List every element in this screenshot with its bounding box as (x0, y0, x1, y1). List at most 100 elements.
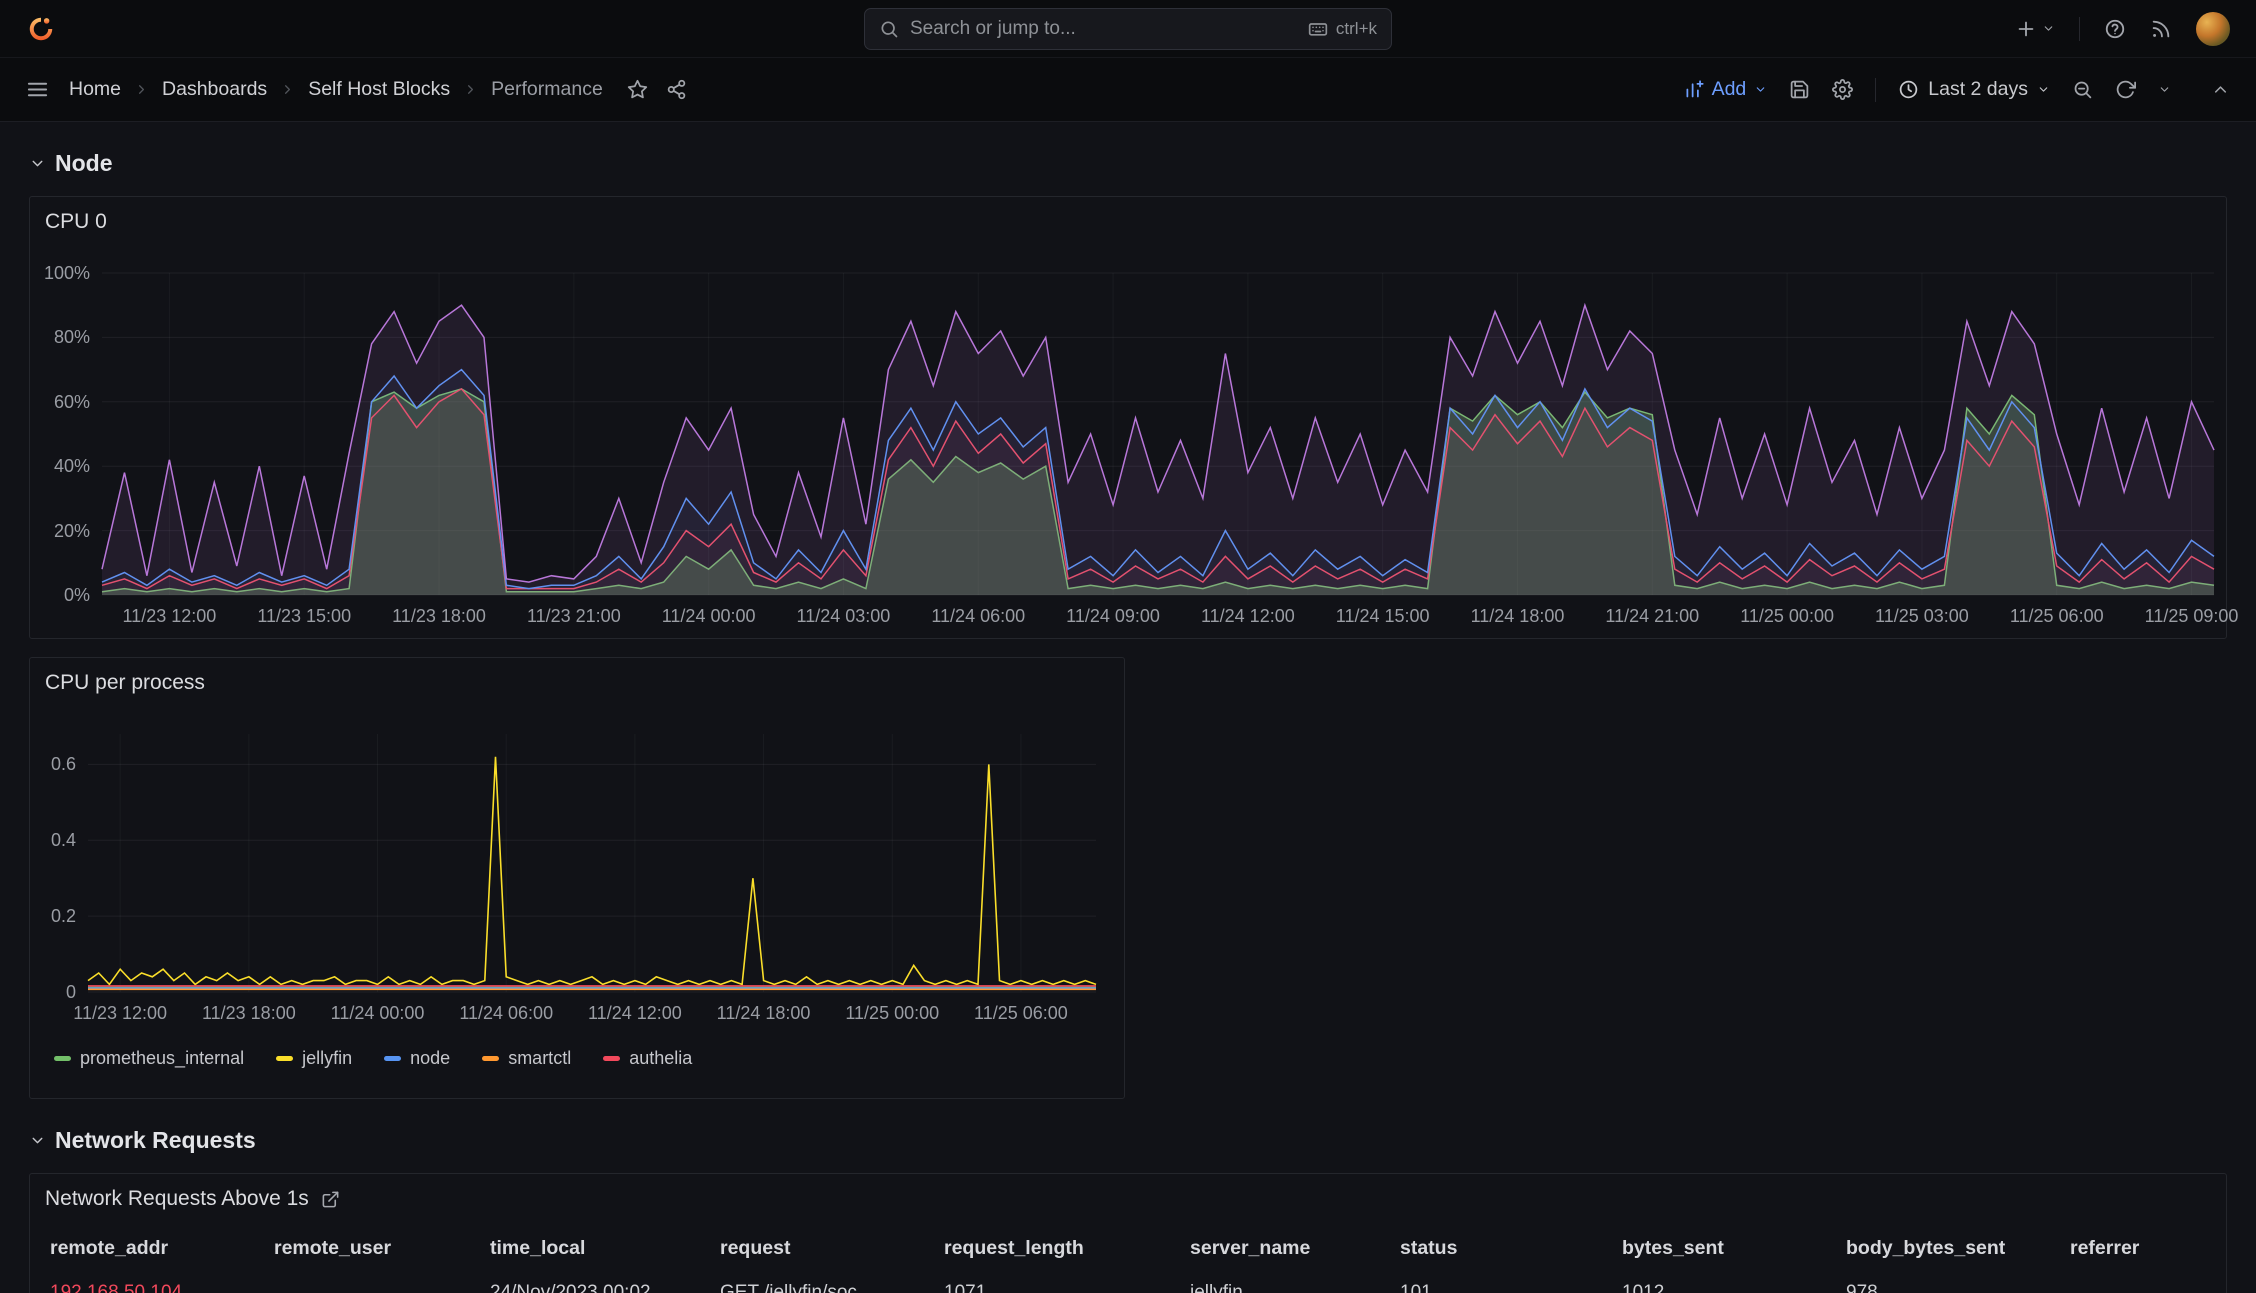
network-requests-table: remote_addr remote_user time_local request r… (30, 1224, 2226, 1293)
x-axis-tick: 11/24 18:00 (1470, 606, 1565, 626)
external-link-icon[interactable] (321, 1190, 340, 1209)
column-header-request_length[interactable]: request_length (944, 1237, 1190, 1260)
x-axis-tick: 11/25 00:00 (1740, 606, 1834, 626)
x-axis-tick: 11/24 06:00 (931, 606, 1026, 626)
column-header-time_local[interactable]: time_local (490, 1237, 720, 1260)
column-header-request[interactable]: request (720, 1237, 944, 1260)
save-icon (1791, 80, 1809, 99)
breadcrumb-dashboards[interactable]: Dashboards (162, 78, 267, 101)
legend-item-prometheus_internal[interactable]: prometheus_internal (54, 1048, 244, 1069)
dashboard-body: Node CPU 0 0% 20% 40% 60% 80% 100% 11/23 12:00… (0, 122, 2256, 1293)
panel-cpu-per-process: CPU per process 0 0.2 0.4 0.6 11/23 12:00 11/… (29, 657, 1125, 1099)
save-dashboard-button[interactable] (1789, 79, 1810, 100)
column-header-server_name[interactable]: server_name (1190, 1237, 1400, 1260)
x-axis-tick: 11/24 00:00 (330, 1003, 425, 1023)
legend-label: jellyfin (302, 1048, 353, 1068)
breadcrumb-separator-icon (134, 82, 149, 97)
dashboard-toolbar: Home Dashboards Self Host Blocks Perform… (0, 58, 2256, 122)
x-axis-tick: 11/24 09:00 (1066, 606, 1160, 626)
shortcut-label: ctrl+k (1335, 18, 1377, 38)
toolbar-divider (1875, 77, 1877, 102)
collapse-controls-button[interactable] (2211, 80, 2230, 99)
grafana-logo[interactable] (26, 14, 56, 44)
legend-item-smartctl[interactable]: smartctl (482, 1048, 571, 1069)
refresh-interval-dropdown[interactable] (2158, 83, 2171, 96)
favorite-button[interactable] (627, 79, 648, 100)
column-header-status[interactable]: status (1400, 1237, 1622, 1260)
y-axis-tick: 0% (63, 585, 90, 605)
x-axis-tick: 11/24 06:00 (459, 1003, 554, 1023)
cpu-per-process-plot[interactable] (87, 734, 1097, 993)
chevron-up-icon (2214, 86, 2227, 93)
breadcrumb-folder[interactable]: Self Host Blocks (308, 78, 450, 101)
chevron-down-icon (29, 1132, 46, 1149)
breadcrumb-home[interactable]: Home (69, 78, 121, 101)
row-node-label: Node (55, 149, 113, 176)
chevron-down-icon (29, 155, 46, 172)
x-axis-tick: 11/24 12:00 (1200, 606, 1295, 626)
add-panel-label: Add (1711, 78, 1747, 100)
search-shortcut: ctrl+k (1308, 19, 1377, 39)
row-node[interactable]: Node (29, 146, 2227, 180)
x-axis-tick: 11/23 12:00 (122, 606, 217, 626)
news-button[interactable] (2150, 18, 2172, 40)
cpu0-chart[interactable]: 0% 20% 40% 60% 80% 100% 11/23 12:00 11/23 15:00… (30, 197, 2238, 638)
x-axis-tick: 11/25 06:00 (2009, 606, 2104, 626)
table-cell: 101 (1400, 1282, 1432, 1293)
y-axis-tick: 60% (53, 391, 90, 412)
panel-network-header[interactable]: Network Requests Above 1s (30, 1174, 2226, 1224)
y-axis-tick: 0.2 (50, 906, 76, 927)
time-range-picker[interactable]: Last 2 days (1898, 78, 2050, 101)
zoom-out-time-button[interactable] (2072, 79, 2093, 100)
legend-label: authelia (629, 1048, 693, 1068)
gear-icon (1832, 79, 1854, 100)
global-search[interactable]: ctrl+k (864, 7, 1392, 50)
column-header-referrer[interactable]: referrer (2070, 1237, 2206, 1260)
hamburger-icon (27, 82, 48, 97)
table-header-row: remote_addr remote_user time_local request r… (50, 1224, 2206, 1272)
y-axis-tick: 0.4 (50, 830, 76, 851)
share-button[interactable] (666, 79, 687, 100)
share-icon (667, 79, 686, 100)
panel-cpu0: CPU 0 0% 20% 40% 60% 80% 100% 11/23 12:00 11/23… (29, 196, 2238, 639)
x-axis-tick: 11/25 06:00 (974, 1003, 1068, 1023)
keyboard-icon (1308, 22, 1328, 36)
legend-swatch (54, 1056, 71, 1061)
dashboard-settings-button[interactable] (1832, 79, 1854, 100)
cpu0-plot[interactable] (101, 272, 2215, 596)
y-axis-tick: 0.6 (50, 754, 76, 775)
table-cell: 1071 (944, 1282, 987, 1293)
table-cell: 24/Nov/2023 00:02 (490, 1282, 651, 1293)
y-axis-tick: 0 (65, 982, 76, 1002)
x-axis-tick: 11/23 18:00 (201, 1003, 296, 1023)
search-input[interactable] (910, 17, 1297, 40)
chevron-down-icon (2044, 26, 2053, 31)
table-cell: GET /jellyfin/soc (720, 1282, 857, 1293)
legend-item-authelia[interactable]: authelia (603, 1048, 692, 1069)
table-cell: 192.168.50.104 (50, 1282, 183, 1293)
x-axis-tick: 11/24 15:00 (1335, 606, 1430, 626)
row-network-requests[interactable]: Network Requests (29, 1123, 2227, 1157)
panel-title: Network Requests Above 1s (45, 1187, 309, 1210)
refresh-button[interactable] (2115, 79, 2136, 100)
y-axis-tick: 20% (53, 520, 90, 541)
clock-icon (1900, 80, 1918, 99)
add-panel-button[interactable]: Add (1683, 78, 1768, 101)
legend-label: node (410, 1048, 451, 1068)
column-header-remote_user[interactable]: remote_user (274, 1237, 490, 1260)
table-row[interactable]: 192.168.50.104 24/Nov/2023 00:02 GET /jell… (50, 1272, 2206, 1293)
mega-menu-button[interactable] (26, 78, 49, 101)
legend-item-jellyfin[interactable]: jellyfin (276, 1048, 352, 1069)
cpu-per-process-chart[interactable]: 0 0.2 0.4 0.6 11/23 12:00 11/23 18:00 11/24 00… (30, 658, 1124, 1098)
search-icon (881, 21, 898, 37)
column-header-bytes_sent[interactable]: bytes_sent (1622, 1237, 1846, 1260)
column-header-remote_addr[interactable]: remote_addr (50, 1237, 274, 1260)
user-avatar[interactable] (2196, 11, 2230, 46)
chevron-down-icon (2039, 87, 2048, 92)
legend-item-node[interactable]: node (384, 1048, 450, 1069)
column-header-body_bytes_sent[interactable]: body_bytes_sent (1846, 1237, 2070, 1260)
x-axis-tick: 11/25 09:00 (2144, 606, 2239, 626)
help-button[interactable] (2104, 18, 2126, 40)
x-axis-tick: 11/24 03:00 (796, 606, 891, 626)
new-button[interactable] (2015, 18, 2055, 40)
